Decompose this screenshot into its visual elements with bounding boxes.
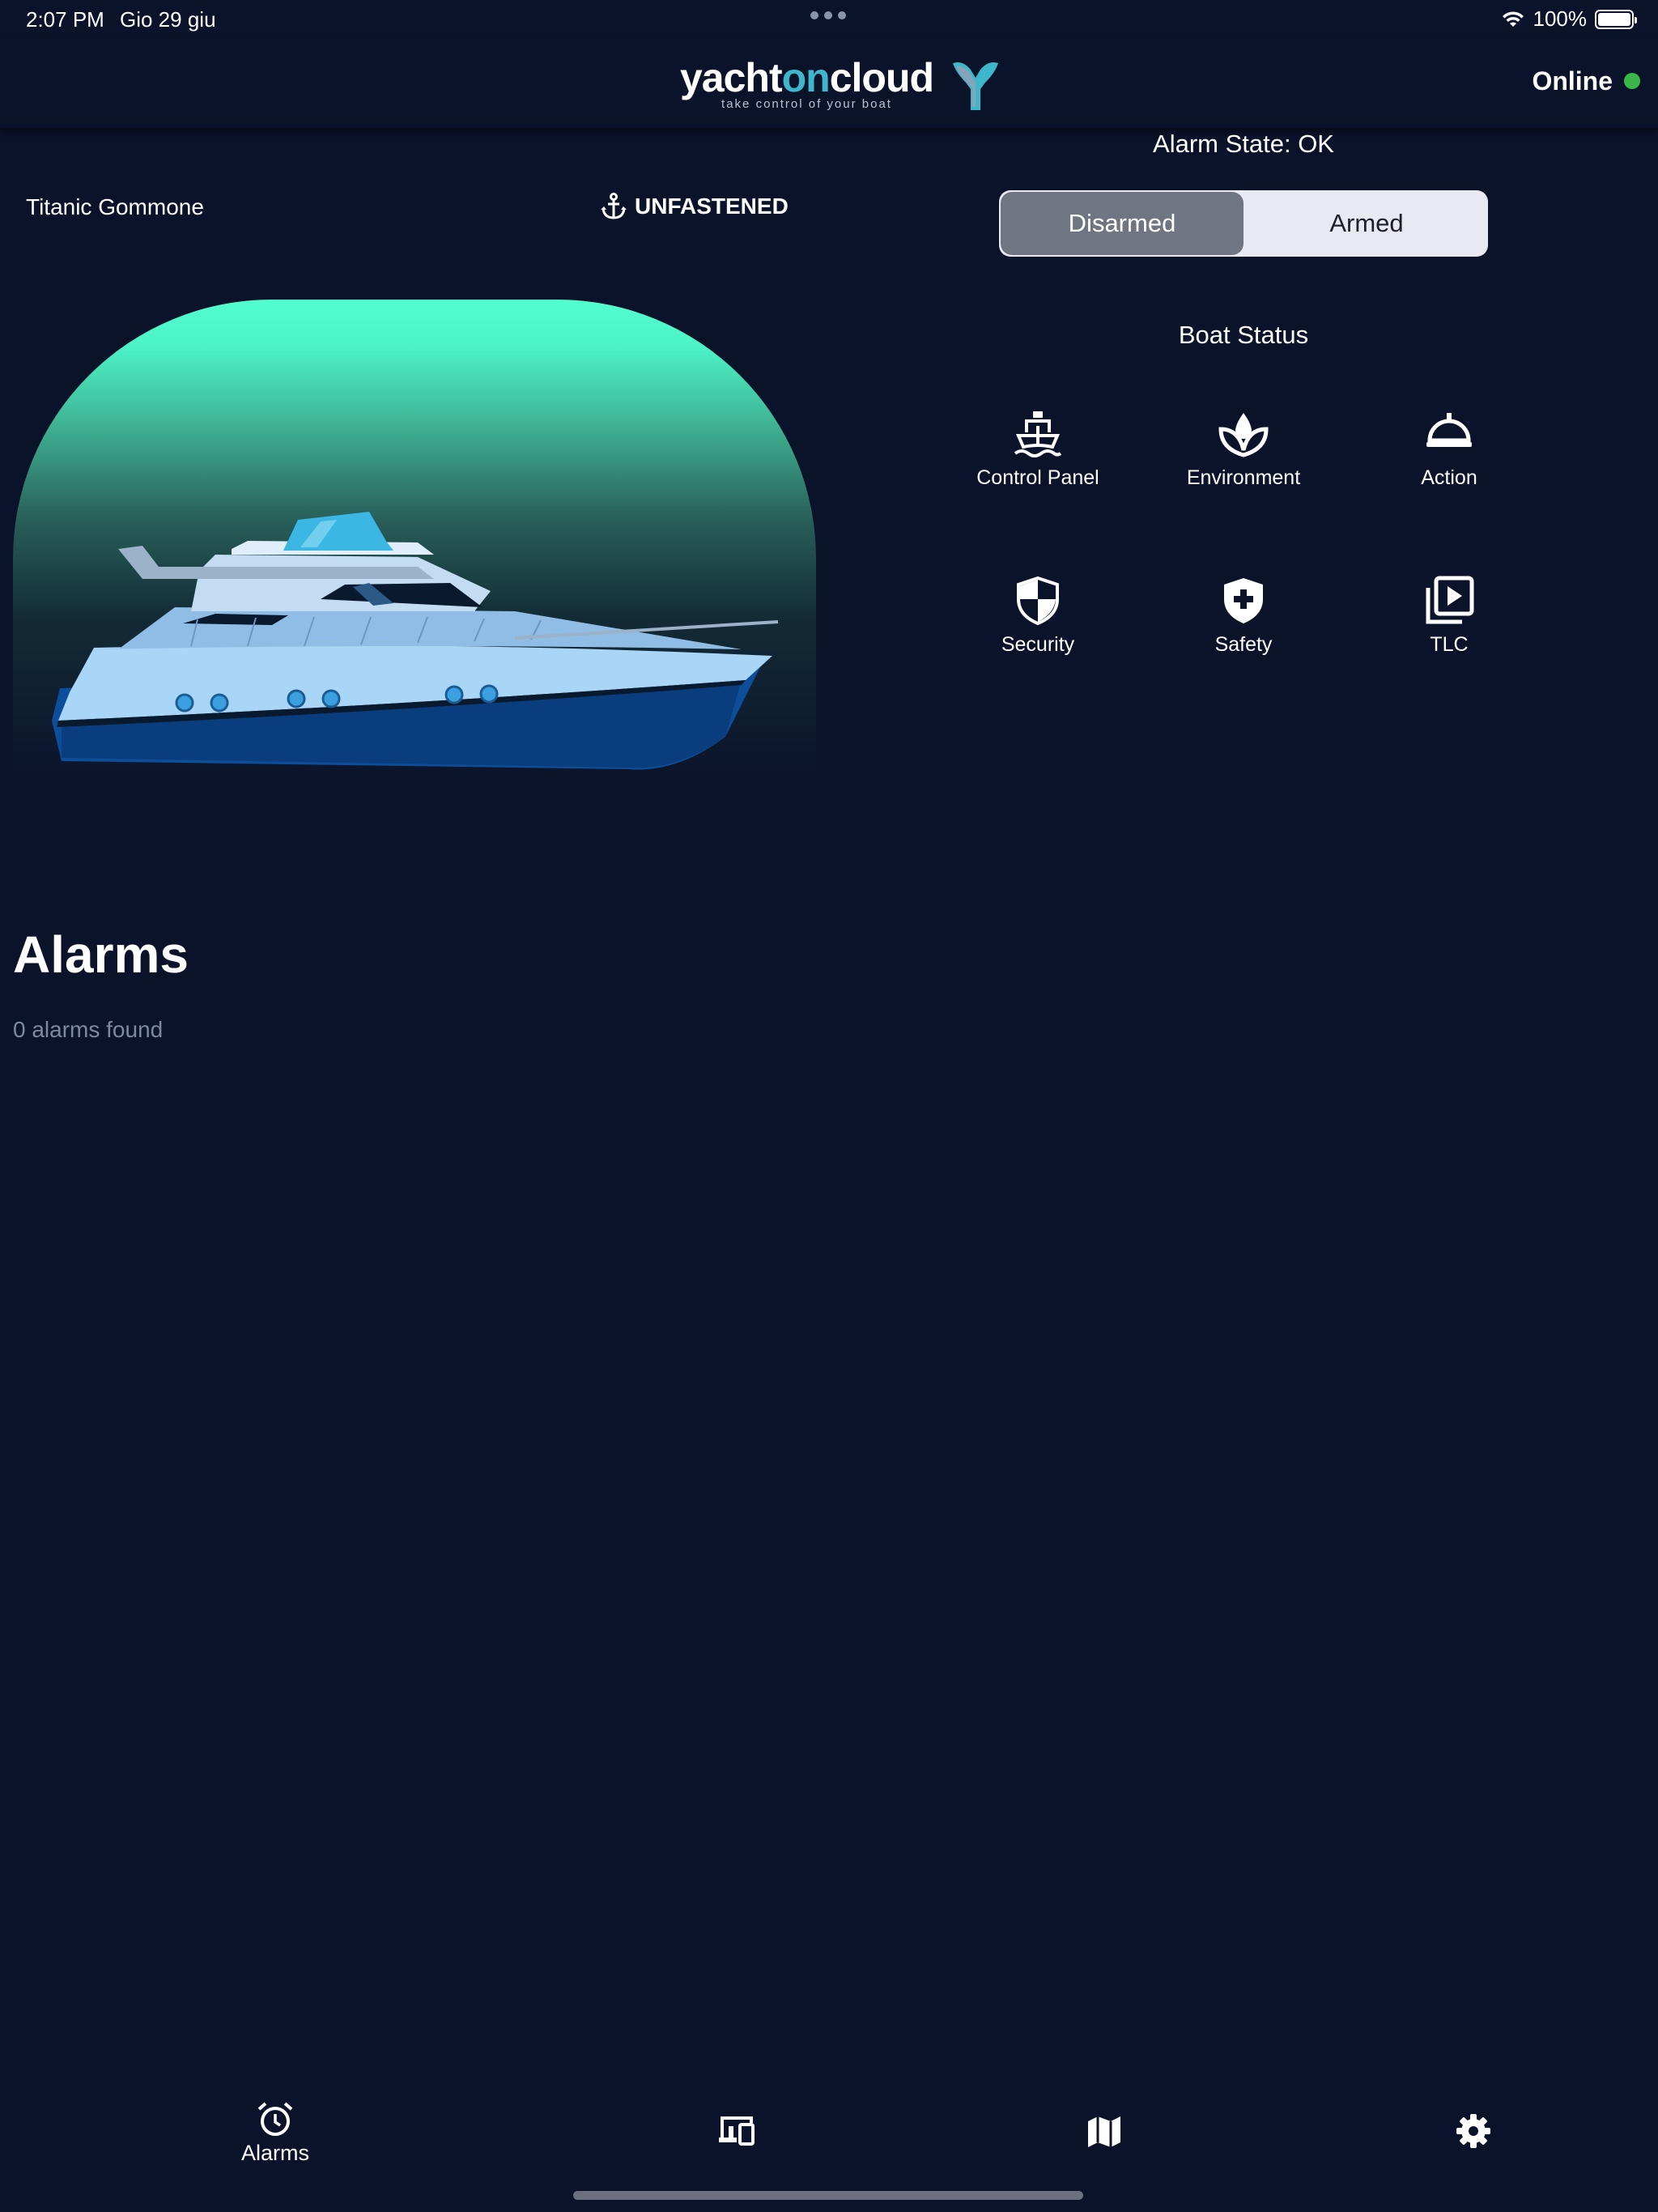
multitasking-dots-icon[interactable] — [810, 11, 846, 19]
tile-action[interactable]: Action — [1360, 408, 1538, 497]
shield-half-icon — [1017, 576, 1059, 626]
shield-plus-icon — [1224, 578, 1263, 623]
armed-option[interactable]: Armed — [1245, 190, 1488, 257]
map-icon — [1088, 2116, 1120, 2147]
boat-name: Titanic Gommone — [26, 194, 204, 219]
tile-label: Security — [1001, 633, 1075, 656]
connection-status: Online — [1532, 66, 1613, 96]
tile-security[interactable]: Security — [949, 575, 1127, 664]
status-bar: 2:07 PM Gio 29 giu 100% — [0, 0, 1658, 39]
boat-status-title: Boat Status — [1178, 321, 1309, 349]
tile-label: Action — [1421, 466, 1477, 489]
tab-map[interactable] — [1067, 2115, 1141, 2188]
devices-icon — [719, 2116, 755, 2146]
tile-tlc[interactable]: TLC — [1360, 575, 1538, 664]
status-date: Gio 29 giu — [120, 7, 216, 32]
tile-environment[interactable]: Environment — [1154, 408, 1333, 497]
alarms-title: Alarms — [13, 925, 189, 984]
ship-icon — [1014, 411, 1062, 457]
logo-word-yacht: yacht — [680, 55, 783, 100]
gear-icon — [1456, 2114, 1490, 2148]
bell-icon — [1426, 413, 1472, 447]
battery-percent: 100% — [1533, 6, 1588, 31]
logo-tagline: take control of your boat — [721, 97, 892, 111]
anchor-icon — [601, 193, 627, 219]
video-library-icon — [1426, 576, 1474, 624]
tab-settings[interactable] — [1436, 2113, 1511, 2186]
tile-control-panel[interactable]: Control Panel — [949, 408, 1127, 497]
tile-label: Environment — [1186, 466, 1301, 489]
brand-logo: yachtoncloud take control of your boat — [680, 57, 1003, 121]
yacht-illustration — [52, 512, 779, 770]
battery-icon — [1595, 9, 1637, 29]
alarm-clock-icon — [257, 2102, 293, 2136]
logo-word-on: on — [781, 55, 831, 100]
logo-mark-icon — [953, 62, 999, 110]
alarm-state: Alarm State: OK — [1153, 130, 1334, 158]
tab-devices[interactable] — [699, 2115, 774, 2188]
mooring-status-label: UNFASTENED — [635, 194, 789, 219]
online-dot-icon — [1624, 73, 1640, 89]
home-indicator[interactable] — [573, 2191, 1083, 2200]
wifi-icon — [1502, 11, 1524, 27]
alarms-count: 0 alarms found — [13, 1017, 164, 1042]
status-right: 100% — [1501, 6, 1637, 32]
disarmed-option[interactable]: Disarmed — [1001, 192, 1244, 255]
tab-alarms-label: Alarms — [240, 2141, 309, 2165]
tab-alarms[interactable]: Alarms — [227, 2100, 324, 2173]
tile-label: Control Panel — [976, 466, 1099, 489]
status-time: 2:07 PM — [26, 7, 104, 32]
logo-word-cloud: cloud — [829, 55, 934, 100]
app-screen: 2:07 PM Gio 29 giu 100% yachtoncloud tak… — [0, 0, 1658, 2212]
tile-safety[interactable]: Safety — [1154, 575, 1333, 664]
leaf-drop-icon — [1218, 413, 1269, 457]
tile-label: Safety — [1214, 633, 1273, 656]
boat-image-panel — [13, 300, 816, 781]
mooring-status: UNFASTENED — [601, 193, 789, 220]
alarm-mode-toggle[interactable]: Disarmed Armed — [999, 190, 1488, 257]
app-header: yachtoncloud take control of your boat O… — [0, 39, 1658, 130]
tile-label: TLC — [1430, 633, 1469, 656]
